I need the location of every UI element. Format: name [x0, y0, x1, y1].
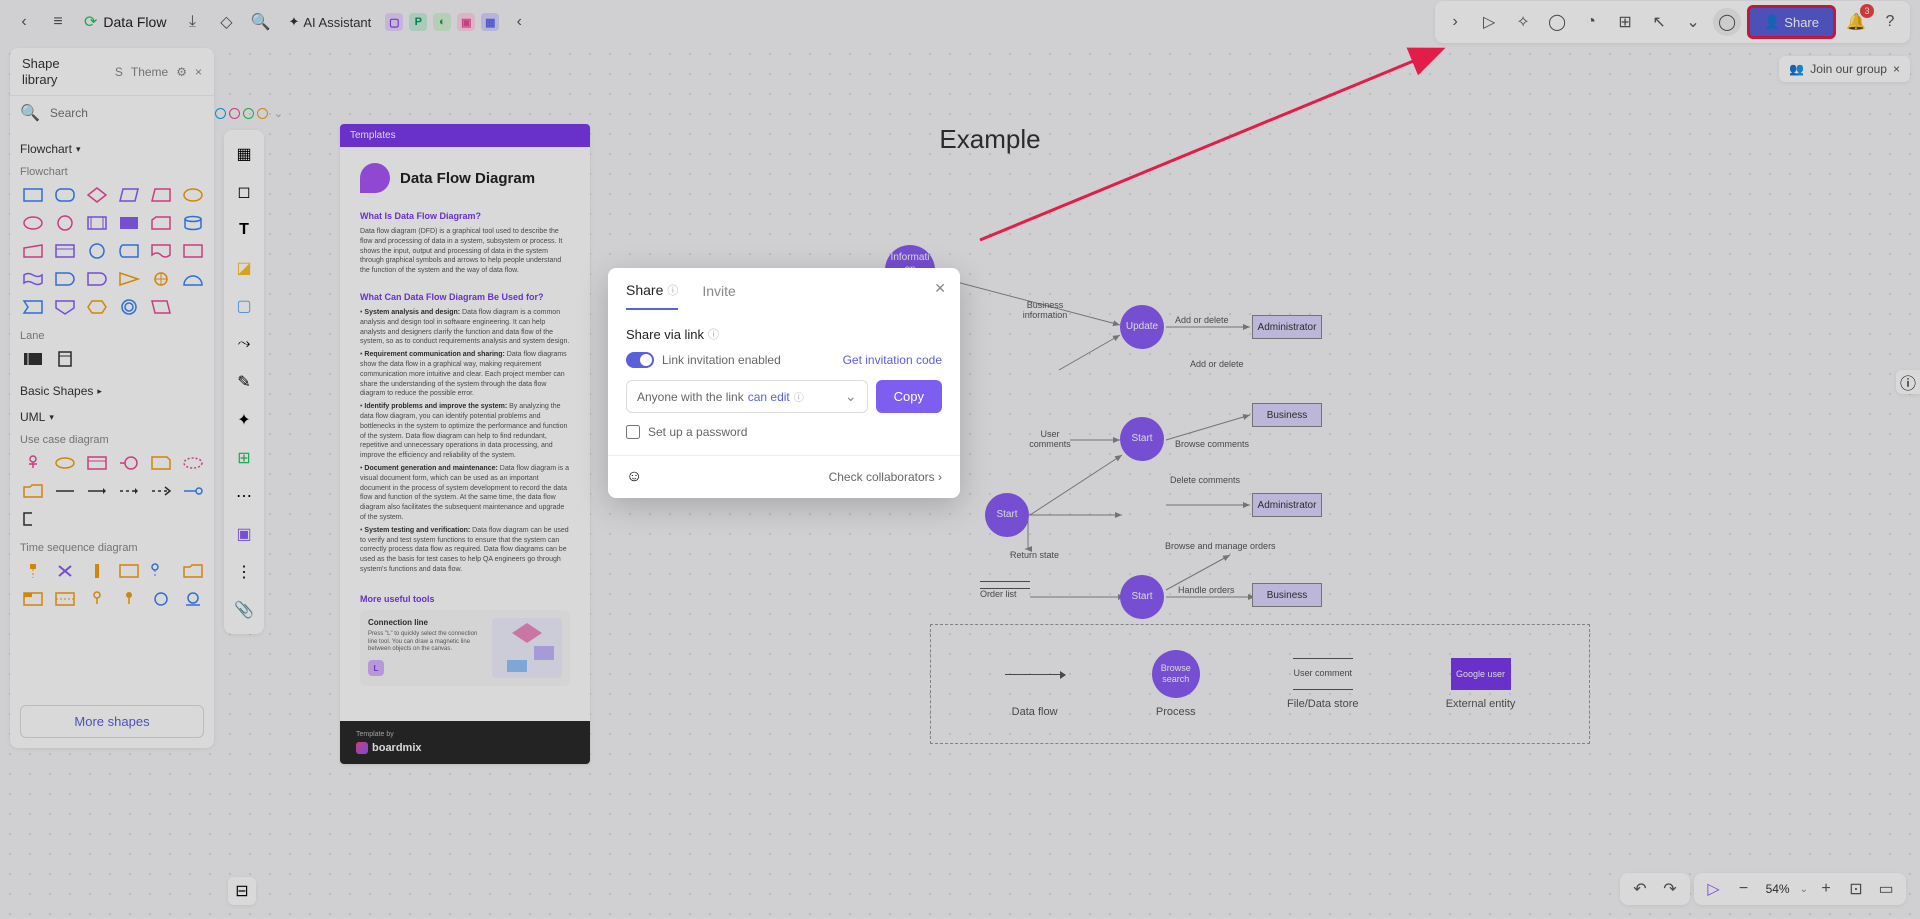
share-via-link-title: Share via link ⓘ: [626, 326, 942, 342]
tab-share[interactable]: Share ⓘ: [626, 282, 678, 310]
close-modal-icon[interactable]: ✕: [934, 280, 946, 297]
info-icon: ⓘ: [708, 326, 719, 342]
help-icon: ⓘ: [667, 282, 678, 298]
emoji-icon[interactable]: ☺: [626, 468, 642, 486]
toggle-label: Link invitation enabled: [662, 353, 781, 367]
link-toggle[interactable]: [626, 352, 654, 368]
copy-button[interactable]: Copy: [876, 380, 942, 413]
password-label: Set up a password: [648, 425, 747, 439]
info-icon: ⓘ: [794, 389, 804, 404]
get-code-link[interactable]: Get invitation code: [843, 353, 942, 367]
check-collaborators-link[interactable]: Check collaborators ›: [829, 470, 942, 484]
link-permission-select[interactable]: Anyone with the link can edit ⓘ: [626, 380, 868, 413]
password-checkbox[interactable]: [626, 425, 640, 439]
tab-invite[interactable]: Invite: [702, 282, 735, 310]
modal-overlay[interactable]: [0, 0, 1920, 919]
share-modal: Share ⓘ Invite ✕ Share via link ⓘ Link i…: [608, 268, 960, 498]
